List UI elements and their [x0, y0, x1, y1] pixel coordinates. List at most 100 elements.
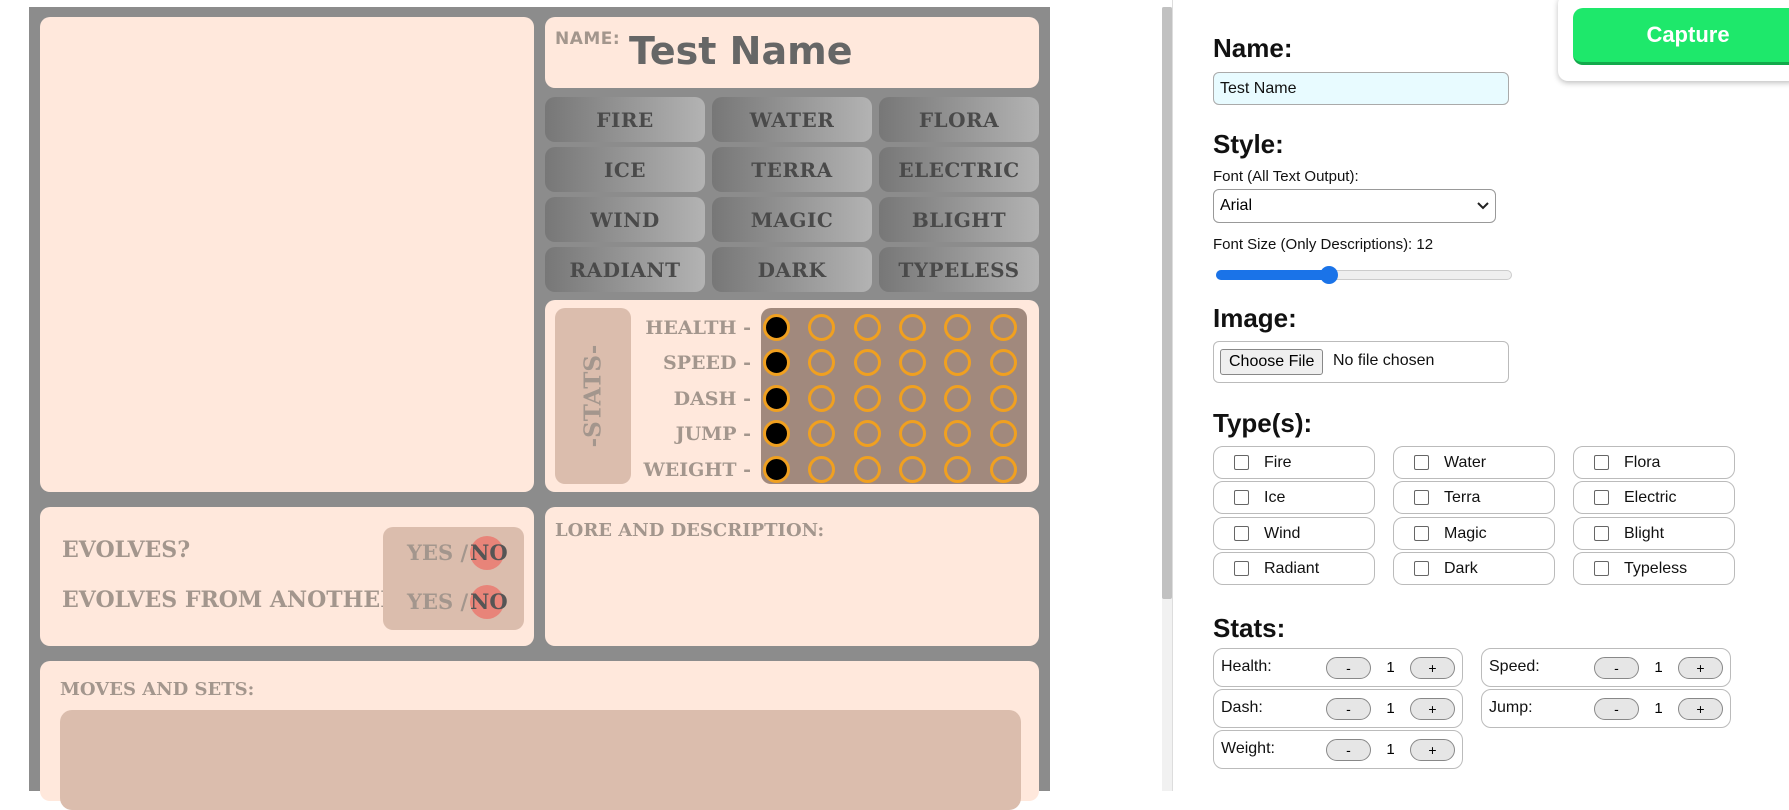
checkbox[interactable] [1414, 561, 1429, 576]
type-option-flora[interactable]: Flora [1573, 446, 1735, 479]
stat-dot-empty [853, 420, 881, 447]
stat-value-input[interactable]: 1 [1371, 739, 1410, 761]
stat-stepper: -1 + [1326, 739, 1455, 761]
stat-dot-empty [808, 456, 836, 483]
checkbox[interactable] [1234, 526, 1249, 541]
checkbox[interactable] [1414, 526, 1429, 541]
type-option-label: Flora [1624, 454, 1661, 471]
increment-button[interactable]: + [1678, 698, 1723, 720]
stat-dot-empty [989, 456, 1017, 483]
checkbox[interactable] [1234, 455, 1249, 470]
stat-value-input[interactable]: 1 [1639, 698, 1678, 720]
checkbox[interactable] [1234, 490, 1249, 505]
stat-stepper: -1 + [1326, 657, 1455, 679]
types-heading: Type(s): [1213, 408, 1313, 438]
checkbox[interactable] [1414, 455, 1429, 470]
checkbox[interactable] [1234, 561, 1249, 576]
file-status: No file chosen [1333, 352, 1435, 369]
type-badge-blight: BLIGHT [879, 197, 1039, 242]
type-option-label: Dark [1444, 560, 1478, 577]
type-option-water[interactable]: Water [1393, 446, 1555, 479]
type-option-terra[interactable]: Terra [1393, 481, 1555, 514]
checkbox[interactable] [1414, 490, 1429, 505]
stat-dot-empty [944, 349, 972, 376]
lore-label: LORE AND DESCRIPTION: [555, 520, 825, 541]
font-select[interactable]: Arial [1213, 189, 1496, 223]
type-option-typeless[interactable]: Typeless [1573, 552, 1735, 585]
font-size-slider-thumb[interactable] [1320, 266, 1338, 284]
type-option-wind[interactable]: Wind [1213, 517, 1375, 550]
yes-no-box: YES /NO YES /NO [383, 527, 524, 630]
stat-dot-empty [944, 314, 972, 341]
yes-text: YES / [407, 540, 469, 565]
type-option-magic[interactable]: Magic [1393, 517, 1555, 550]
stat-dot-empty [898, 314, 926, 341]
stat-stepper: -1 + [1594, 657, 1723, 679]
stat-label: WEIGHT - [643, 459, 751, 481]
type-badge-dark: DARK [712, 247, 872, 292]
type-option-label: Magic [1444, 525, 1487, 542]
increment-button[interactable]: + [1410, 739, 1455, 761]
type-option-blight[interactable]: Blight [1573, 517, 1735, 550]
increment-button[interactable]: + [1410, 657, 1455, 679]
stat-dots-box [761, 308, 1027, 484]
type-option-label: Typeless [1624, 560, 1688, 577]
stat-row-label: Speed: [1489, 658, 1540, 675]
checkbox[interactable] [1594, 455, 1609, 470]
type-option-radiant[interactable]: Radiant [1213, 552, 1375, 585]
checkbox[interactable] [1594, 490, 1609, 505]
type-option-electric[interactable]: Electric [1573, 481, 1735, 514]
decrement-button[interactable]: - [1326, 698, 1371, 720]
stat-stepper: -1 + [1326, 698, 1455, 720]
type-badge-wind: WIND [545, 197, 705, 242]
stat-dot-empty [808, 420, 836, 447]
stat-dot-filled [763, 314, 790, 341]
stat-row-weight: Weight: -1 + [1213, 730, 1463, 769]
decrement-button[interactable]: - [1594, 698, 1639, 720]
decrement-button[interactable]: - [1326, 657, 1371, 679]
stat-value-input[interactable]: 1 [1639, 657, 1678, 679]
stat-value-input[interactable]: 1 [1371, 657, 1410, 679]
stat-row-dash: Dash: -1 + [1213, 689, 1463, 728]
type-option-dark[interactable]: Dark [1393, 552, 1555, 585]
stat-dot-empty [944, 420, 972, 447]
stat-stepper: -1 + [1594, 698, 1723, 720]
style-heading: Style: [1213, 129, 1284, 159]
stat-dot-empty [853, 349, 881, 376]
file-input[interactable]: Choose File No file chosen [1213, 341, 1509, 383]
scrollbar-thumb[interactable] [1162, 7, 1172, 599]
increment-button[interactable]: + [1678, 657, 1723, 679]
checkbox[interactable] [1594, 526, 1609, 541]
evolves-from-label: EVOLVES FROM ANOTHER? [62, 587, 412, 613]
stat-dot-empty [989, 349, 1017, 376]
type-option-label: Water [1444, 454, 1487, 471]
capture-button[interactable]: Capture [1573, 8, 1789, 65]
stat-dot-empty [898, 456, 926, 483]
stat-row-label: Health: [1221, 658, 1272, 675]
stat-value-input[interactable]: 1 [1371, 698, 1410, 720]
increment-button[interactable]: + [1410, 698, 1455, 720]
type-option-fire[interactable]: Fire [1213, 446, 1375, 479]
stats-heading: Stats: [1213, 613, 1286, 643]
stat-row-label: Dash: [1221, 699, 1263, 716]
stat-row-health: Health: -1 + [1213, 648, 1463, 687]
yes-text: YES / [407, 589, 469, 614]
name-input[interactable] [1213, 72, 1509, 105]
type-badge-magic: MAGIC [712, 197, 872, 242]
stat-dot-empty [944, 456, 972, 483]
type-option-ice[interactable]: Ice [1213, 481, 1375, 514]
type-badge-ice: ICE [545, 147, 705, 192]
name-panel: NAME: Test Name [545, 17, 1039, 88]
stat-dot-empty [853, 314, 881, 341]
decrement-button[interactable]: - [1594, 657, 1639, 679]
stat-dot-filled [763, 349, 790, 376]
decrement-button[interactable]: - [1326, 739, 1371, 761]
type-option-label: Radiant [1264, 560, 1320, 577]
pane-divider [1172, 0, 1173, 791]
name-heading: Name: [1213, 33, 1293, 63]
stat-dot-empty [808, 385, 836, 412]
checkbox[interactable] [1594, 561, 1609, 576]
stat-dot-empty [989, 420, 1017, 447]
choose-file-button[interactable]: Choose File [1220, 349, 1324, 375]
no-badge: NO [470, 585, 508, 619]
